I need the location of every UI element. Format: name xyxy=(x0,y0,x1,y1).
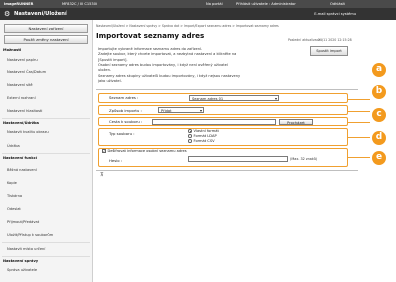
last-updated-value: 20/11 2020 12:15:28 xyxy=(318,38,352,42)
sidebar-item-external-interface[interactable]: Externí rozhraní xyxy=(7,96,36,100)
chevron-down-icon: ▾ xyxy=(199,108,202,113)
sidebar-heading-adjustment: Nastavení/Údržba xyxy=(3,121,39,125)
sidebar-divider xyxy=(2,153,90,154)
file-type-label: Typ souboru : xyxy=(109,131,135,136)
file-type-option-label: Vlastní formát xyxy=(193,129,219,133)
file-type-option-label: Formát CSV xyxy=(193,139,215,143)
sidebar-divider xyxy=(2,242,90,243)
radio-selected-icon xyxy=(188,129,192,133)
file-path-label: Cesta k souboru : xyxy=(109,119,143,124)
login-status: Přihlásit uživatele : Administrator xyxy=(236,2,296,6)
portal-link[interactable]: Na portál xyxy=(206,0,223,8)
sidebar-heading-function: Nastavení funkcí xyxy=(3,156,37,160)
sidebar-item-user-management[interactable]: Správa uživatele xyxy=(7,268,37,272)
sidebar-divider xyxy=(2,256,90,257)
sidebar-item-common[interactable]: Běžná nastavení xyxy=(7,168,37,172)
callout-leader-e xyxy=(348,157,370,158)
decrypt-checkbox-label: Dešifrovat informace osobní seznamu adre… xyxy=(107,149,187,153)
address-list-select[interactable]: Seznam adres 01 ▾ xyxy=(189,95,279,101)
callout-badge-b: b xyxy=(372,85,386,99)
section-divider xyxy=(96,89,358,90)
sidebar-item-printer[interactable]: Tiskárna xyxy=(7,194,22,198)
callout-box-d xyxy=(98,128,348,146)
breadcrumb: Nastavení/Uložení > Nastavení správy > S… xyxy=(96,24,279,28)
sidebar-heading-management: Nastavení správy xyxy=(3,259,39,263)
callout-leader-c xyxy=(348,122,370,123)
sidebar-item-receive-forward[interactable]: Přijmout/Předávat xyxy=(7,220,39,224)
address-list-value: Seznam adres 01 xyxy=(192,97,224,101)
logout-link[interactable]: Odhlásit xyxy=(330,0,345,8)
checkmark-icon: ✓ xyxy=(102,149,106,154)
password-label: Heslo : xyxy=(109,158,123,163)
email-admin-link[interactable]: E-mail správci systému xyxy=(314,8,356,20)
page-title: Importovat seznamy adres xyxy=(96,31,205,40)
file-type-radio-csv[interactable]: Formát CSV xyxy=(188,139,215,144)
sidebar-heading-options: Možnosti xyxy=(3,48,22,52)
sidebar-item-paper[interactable]: Nastavení papíru xyxy=(7,58,38,62)
radio-unselected-icon xyxy=(188,139,192,143)
device-settings-button[interactable]: Nastavení zařízení xyxy=(4,24,88,33)
radio-unselected-icon xyxy=(188,134,192,138)
file-type-option-label: Formát LDAP xyxy=(193,134,217,138)
import-method-label: Způsob importu : xyxy=(109,108,142,113)
callout-badge-c: c xyxy=(372,108,386,122)
sidebar-item-image-quality[interactable]: Nastavit kvalitu obrazu xyxy=(7,130,49,134)
import-method-select[interactable]: Přidat ▾ xyxy=(158,107,204,113)
start-import-button[interactable]: Spustit import xyxy=(310,46,348,56)
address-list-label: Seznam adres : xyxy=(109,95,139,100)
callout-badge-d: d xyxy=(372,131,386,145)
sidebar: Nastavení zařízení Použít změny nastaven… xyxy=(0,20,93,282)
description-line: jako uživatel. xyxy=(98,78,122,83)
file-path-input[interactable] xyxy=(152,119,276,125)
sidebar-item-destination[interactable]: Nastavit místo určení xyxy=(7,247,45,251)
sidebar-item-network[interactable]: Nastavení sítě xyxy=(7,83,33,87)
decrypt-checkbox[interactable]: ✓ Dešifrovat informace osobní seznamu adr… xyxy=(102,149,187,154)
scroll-top-icon[interactable]: ⊼ xyxy=(100,172,104,178)
callout-badge-a: a xyxy=(372,63,386,77)
gear-icon: ⚙ xyxy=(4,10,11,18)
sidebar-item-copy[interactable]: Kopie xyxy=(7,181,17,185)
brand-label: imageRUNNER xyxy=(4,2,34,6)
chevron-down-icon: ▾ xyxy=(274,96,277,101)
app-title: Nastavení/Uložení xyxy=(14,11,67,17)
sidebar-item-volume[interactable]: Nastavení hlasitosti xyxy=(7,109,42,113)
sidebar-item-store-access[interactable]: Uložit/Přístup k souborům xyxy=(7,233,53,237)
browse-button[interactable]: Procházet xyxy=(279,119,313,125)
callout-leader-d xyxy=(348,137,370,138)
callout-leader-a xyxy=(348,99,370,100)
callout-badge-e: e xyxy=(372,151,386,165)
sidebar-item-send[interactable]: Odeslat xyxy=(7,207,21,211)
title-bar: ⚙ Nastavení/Uložení E-mail správci systé… xyxy=(0,8,396,20)
import-method-value: Přidat xyxy=(161,109,172,113)
callout-leader-b xyxy=(348,111,370,112)
sidebar-divider xyxy=(2,118,90,119)
password-hint: (Max. 32 znaků) xyxy=(290,157,318,161)
apply-changes-button[interactable]: Použít změny nastavení xyxy=(4,35,88,44)
model-label: MF832C / III C1530i xyxy=(62,2,98,6)
password-input[interactable] xyxy=(188,156,288,162)
top-bar: imageRUNNER MF832C / III C1530i Na portá… xyxy=(0,0,396,8)
sidebar-item-maintenance[interactable]: Údržba xyxy=(7,144,20,148)
sidebar-item-datetime[interactable]: Nastavení Čas/Datum xyxy=(7,70,46,74)
section-divider xyxy=(96,170,358,171)
